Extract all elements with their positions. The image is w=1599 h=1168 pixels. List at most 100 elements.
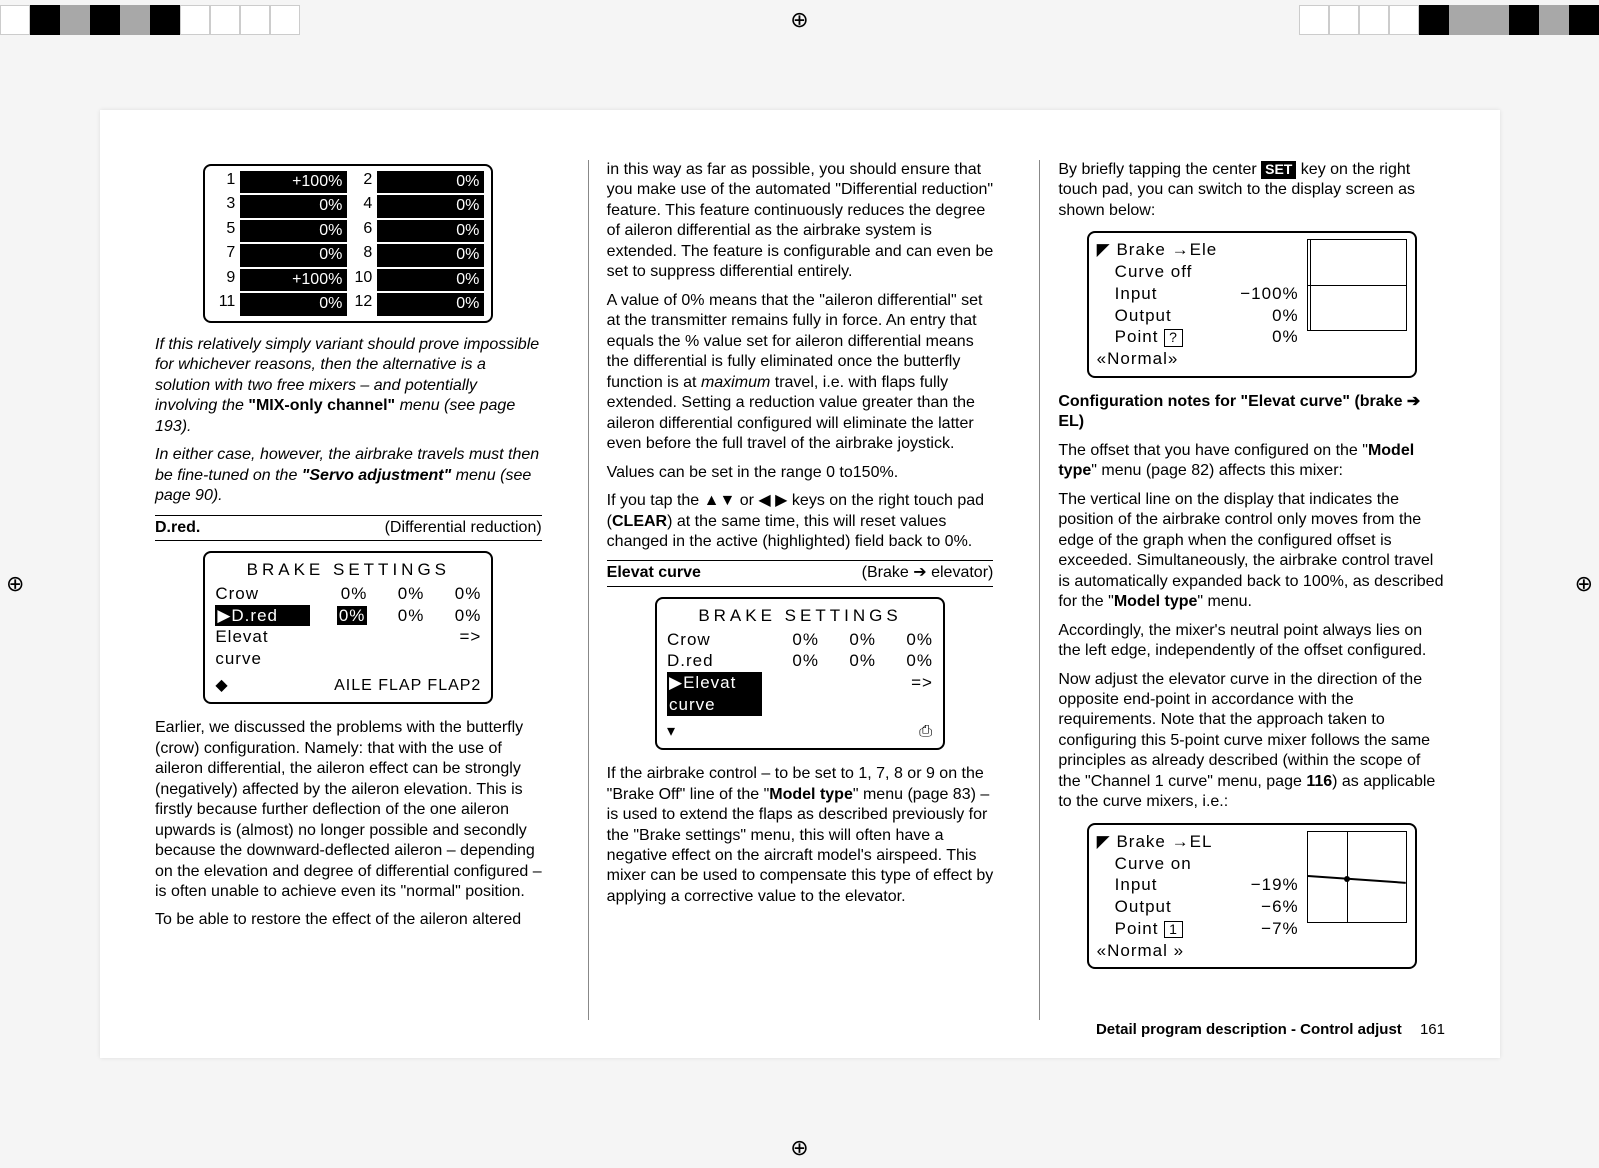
- servo-row: 9+100%100%: [211, 268, 485, 292]
- lcd-row: ▶D.red0%0%0%: [215, 605, 481, 627]
- page-footer: Detail program description - Control adj…: [1096, 1021, 1445, 1038]
- para-offset-affects: The offset that you have configured on t…: [1058, 441, 1445, 482]
- servo-ch-value: 0%: [240, 244, 347, 266]
- servo-row: 110%120%: [211, 292, 485, 316]
- servo-ch-num: 5: [211, 219, 239, 243]
- set-key-icon: SET: [1261, 161, 1296, 179]
- servo-ch-num: 3: [211, 194, 239, 218]
- lcd-point-label: Point: [1115, 919, 1159, 938]
- para-tap-set: By briefly tapping the center SET key on…: [1058, 160, 1445, 221]
- servo-ch-num: 11: [211, 292, 239, 316]
- para-zero-percent: A value of 0% means that the "aileron di…: [607, 291, 994, 455]
- para-butterfly-problem: Earlier, we discussed the problems with …: [155, 718, 542, 902]
- print-registration-top: ⊕: [0, 0, 1599, 40]
- lcd-input-value: −19%: [1251, 874, 1299, 896]
- lcd-title: BRAKE SETTINGS: [215, 559, 481, 581]
- footer-label: Detail program description - Control adj…: [1096, 1021, 1402, 1038]
- note-mix-only: If this relatively simply variant should…: [155, 335, 542, 437]
- servo-value-table: 1+100%20%30%40%50%60%70%80%9+100%100%110…: [203, 164, 493, 323]
- lcd-line-curve: Curve on: [1097, 853, 1299, 875]
- servo-ch-value: 0%: [377, 171, 484, 193]
- lcd-input-label: Input: [1115, 874, 1158, 896]
- servo-ch-value: 0%: [377, 269, 484, 291]
- lcd-point-value: −7%: [1261, 918, 1299, 940]
- reg-glyph-right: ⊕: [1575, 571, 1593, 597]
- lcd-row: Crow0%0%0%: [667, 629, 933, 651]
- column-1: 1+100%20%30%40%50%60%70%80%9+100%100%110…: [155, 160, 542, 1020]
- reg-glyph-top: ⊕: [790, 7, 808, 33]
- servo-row: 70%80%: [211, 243, 485, 267]
- lcd-phase: «Normal »: [1097, 940, 1299, 962]
- lcd-line-title: ◤ Brake →EL: [1097, 831, 1299, 853]
- para-adjust-elevator: Now adjust the elevator curve in the dir…: [1058, 670, 1445, 813]
- para-clear-reset: If you tap the ▲▼ or ◀ ▶ keys on the rig…: [607, 491, 994, 552]
- subhead-dred: D.red. (Differential reduction): [155, 515, 542, 541]
- lcd-brake-el-on: ◤ Brake →EL Curve on Input −19% Output −6%…: [1087, 823, 1417, 970]
- servo-ch-value: 0%: [377, 293, 484, 315]
- lcd-graph-on: [1307, 831, 1407, 923]
- lcd-line-curve: Curve off: [1097, 261, 1299, 283]
- servo-row: 50%60%: [211, 219, 485, 243]
- servo-ch-num: 1: [211, 170, 239, 194]
- servo-ch-value: 0%: [240, 195, 347, 217]
- print-registration-bottom: ⊕: [0, 1128, 1599, 1168]
- lcd-output-value: 0%: [1272, 305, 1299, 327]
- lcd-row: ▶Elevat curve=>: [667, 672, 933, 716]
- servo-ch-num: 7: [211, 243, 239, 267]
- servo-ch-num: 10: [348, 268, 376, 292]
- reg-squares-right: [1299, 5, 1599, 35]
- servo-ch-value: 0%: [377, 244, 484, 266]
- para-diff-reduction-feature: in this way as far as possible, you shou…: [607, 160, 994, 283]
- lcd-title: BRAKE SETTINGS: [667, 605, 933, 627]
- servo-ch-num: 6: [348, 219, 376, 243]
- servo-ch-num: 2: [348, 170, 376, 194]
- lcd-input-label: Input: [1115, 283, 1158, 305]
- lcd-brake-settings-elevat: BRAKE SETTINGS Crow0%0%0%D.red0%0%0%▶Ele…: [655, 597, 945, 750]
- lcd-input-value: −100%: [1240, 283, 1298, 305]
- servo-row: 30%40%: [211, 194, 485, 218]
- para-brake-off-model-type: If the airbrake control – to be set to 1…: [607, 764, 994, 907]
- para-value-range: Values can be set in the range 0 to150%.: [607, 463, 994, 483]
- lcd-row: Crow0%0%0%: [215, 583, 481, 605]
- para-restore-aileron: To be able to restore the effect of the …: [155, 910, 542, 930]
- reg-glyph-bottom: ⊕: [790, 1135, 808, 1161]
- lcd-footer: ◆ AILE FLAP FLAP2: [215, 676, 481, 696]
- lcd-point-label: Point: [1115, 327, 1159, 346]
- heading-config-notes: Configuration notes for "Elevat curve" (…: [1058, 392, 1445, 433]
- servo-ch-value: 0%: [377, 195, 484, 217]
- lcd-row: Elevat curve=>: [215, 626, 481, 670]
- lcd-brake-settings-dred: BRAKE SETTINGS Crow0%0%0%▶D.red0%0%0%Ele…: [203, 551, 493, 704]
- note-servo-adjust: In either case, however, the airbrake tr…: [155, 445, 542, 506]
- servo-ch-value: +100%: [240, 269, 347, 291]
- para-neutral-point: Accordingly, the mixer's neutral point a…: [1058, 621, 1445, 662]
- lcd-row: D.red0%0%0%: [667, 650, 933, 672]
- servo-ch-value: 0%: [240, 293, 347, 315]
- page-number: 161: [1420, 1021, 1445, 1038]
- column-3: By briefly tapping the center SET key on…: [1039, 160, 1445, 1020]
- subhead-elevat-curve: Elevat curve (Brake ➔ elevator): [607, 560, 994, 586]
- servo-ch-value: +100%: [240, 171, 347, 193]
- lcd-output-label: Output: [1115, 896, 1172, 918]
- lcd-graph-off: [1307, 239, 1407, 331]
- servo-ch-num: 4: [348, 194, 376, 218]
- lcd-point-box: ?: [1164, 329, 1183, 346]
- reg-squares-left: [0, 5, 300, 35]
- lcd-line-title: ◤ Brake →Ele: [1097, 239, 1299, 261]
- lcd-output-label: Output: [1115, 305, 1172, 327]
- servo-ch-value: 0%: [240, 220, 347, 242]
- column-2: in this way as far as possible, you shou…: [588, 160, 994, 1020]
- lcd-phase: «Normal»: [1097, 348, 1299, 370]
- reg-glyph-left: ⊕: [6, 571, 24, 597]
- lcd-brake-ele-off: ◤ Brake →Ele Curve off Input −100% Output…: [1087, 231, 1417, 378]
- servo-ch-num: 12: [348, 292, 376, 316]
- servo-ch-num: 8: [348, 243, 376, 267]
- servo-row: 1+100%20%: [211, 170, 485, 194]
- servo-ch-num: 9: [211, 268, 239, 292]
- lcd-point-value: 0%: [1272, 326, 1299, 348]
- para-vertical-line: The vertical line on the display that in…: [1058, 490, 1445, 613]
- servo-ch-value: 0%: [377, 220, 484, 242]
- lcd-output-value: −6%: [1261, 896, 1299, 918]
- lcd-footer: ▾ ⎙: [667, 722, 933, 742]
- lcd-point-box: 1: [1164, 921, 1183, 938]
- document-page: 1+100%20%30%40%50%60%70%80%9+100%100%110…: [100, 110, 1500, 1058]
